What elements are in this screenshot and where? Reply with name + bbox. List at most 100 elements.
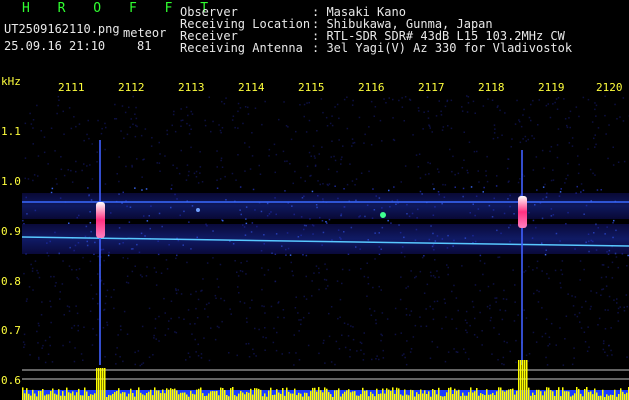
noise-dot (102, 327, 105, 329)
noise-dot (450, 127, 453, 130)
noise-dot (221, 320, 223, 323)
noise-dot (245, 273, 247, 275)
meter-spike (44, 395, 46, 400)
noise-dot (180, 149, 182, 152)
noise-dot (400, 332, 402, 334)
noise-dot (594, 174, 596, 176)
meter-spike (434, 390, 436, 400)
meter-spike (578, 388, 580, 400)
meter-spike (180, 392, 182, 400)
noise-dot (238, 292, 240, 294)
noise-dot (75, 125, 77, 128)
meter-spike (166, 388, 168, 400)
noise-dot (503, 363, 505, 366)
noise-dot (158, 315, 160, 318)
meter-spike (98, 368, 100, 400)
noise-dot (617, 312, 619, 314)
noise-dot (249, 307, 251, 309)
meter-spike (534, 395, 536, 400)
noise-dot (62, 110, 64, 113)
noise-dot (97, 255, 99, 258)
noise-dot (440, 114, 443, 116)
noise-dot (199, 151, 201, 153)
noise-dot (187, 114, 189, 117)
noise-dot (158, 141, 160, 144)
meter-spike (200, 387, 202, 400)
noise-dot (322, 111, 324, 114)
noise-dot (538, 99, 540, 101)
noise-dot (590, 290, 592, 292)
noise-dot (82, 256, 84, 259)
noise-dot (259, 173, 262, 175)
noise-dot (600, 189, 602, 191)
noise-dot (194, 323, 196, 325)
noise-dot (208, 302, 210, 304)
noise-dot (582, 189, 585, 192)
noise-dot (612, 146, 614, 148)
noise-dot (486, 180, 489, 183)
noise-dot (76, 276, 78, 279)
noise-dot (435, 115, 438, 117)
noise-dot (419, 270, 422, 273)
noise-dot (187, 174, 190, 177)
noise-dot (305, 298, 308, 300)
noise-dot (80, 353, 83, 355)
noise-dot (341, 156, 343, 158)
noise-dot (329, 122, 332, 125)
meter-spike (296, 395, 298, 400)
noise-dot (390, 222, 392, 224)
meter-spike (190, 390, 192, 400)
meteor-echo-1 (96, 202, 105, 238)
meter-spike (212, 391, 214, 400)
noise-dot (104, 302, 107, 305)
noise-dot (188, 170, 190, 173)
noise-dot (549, 150, 551, 153)
noise-dot (285, 125, 288, 127)
noise-dot (381, 334, 383, 337)
noise-dot (261, 123, 263, 126)
noise-dot (434, 276, 436, 279)
meter-spike (320, 390, 322, 400)
noise-dot (249, 168, 252, 170)
meter-spike (428, 391, 430, 400)
noise-dot (199, 166, 202, 168)
noise-dot (404, 356, 406, 359)
noise-dot (370, 100, 373, 103)
noise-dot (87, 187, 89, 189)
noise-dot (151, 137, 153, 139)
noise-dot (222, 219, 224, 222)
noise-dot (121, 105, 124, 107)
meter-spike (568, 391, 570, 400)
noise-dot (564, 338, 566, 340)
noise-dot (40, 314, 43, 316)
noise-dot (348, 269, 351, 271)
noise-dot (597, 127, 600, 129)
noise-dot (466, 322, 468, 324)
meter-spike (302, 396, 304, 400)
noise-dot (453, 284, 455, 287)
noise-dot (532, 269, 534, 271)
noise-dot (237, 102, 240, 105)
noise-dot (585, 300, 587, 303)
meter-spike (468, 392, 470, 400)
meter-spike (370, 391, 372, 400)
meter-spike (524, 360, 526, 400)
noise-dot (556, 108, 559, 110)
noise-dot (447, 266, 449, 269)
noise-dot (127, 282, 130, 284)
noise-dot (550, 179, 553, 182)
meter-spike (168, 389, 170, 400)
meter-spike (318, 387, 320, 400)
meter-spike (222, 388, 224, 400)
noise-dot (617, 266, 619, 269)
noise-dot (541, 335, 544, 338)
noise-dot (419, 190, 422, 193)
noise-dot (595, 143, 597, 146)
noise-dot (497, 256, 499, 259)
noise-dot (200, 290, 202, 292)
meter-spike (30, 395, 32, 400)
noise-dot (141, 363, 143, 366)
noise-dot (240, 262, 242, 264)
noise-dot (55, 178, 57, 180)
noise-dot (190, 110, 192, 113)
